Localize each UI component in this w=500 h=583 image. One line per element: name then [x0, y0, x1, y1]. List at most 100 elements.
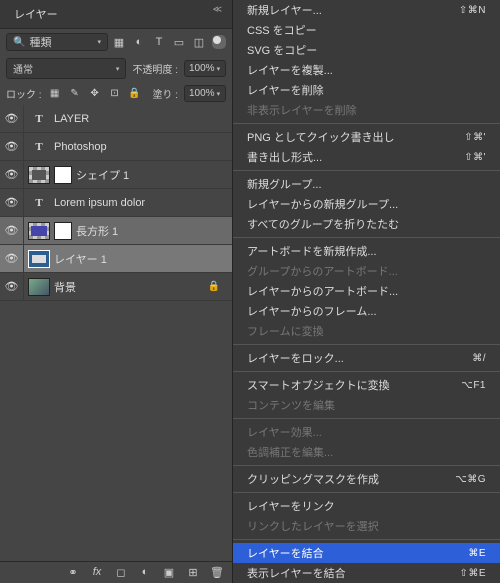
menu-separator — [233, 123, 500, 124]
lock-brush-icon[interactable]: ✎ — [68, 87, 82, 101]
menu-item[interactable]: レイヤーを削除 — [233, 80, 500, 100]
menu-item[interactable]: クリッピングマスクを作成⌥⌘G — [233, 469, 500, 489]
menu-item: レイヤー効果... — [233, 422, 500, 442]
menu-item[interactable]: 表示レイヤーを結合⇧⌘E — [233, 563, 500, 583]
menu-item-shortcut: ⌥⌘G — [455, 474, 486, 485]
visibility-toggle[interactable]: 👁 — [0, 161, 24, 188]
layer-row[interactable]: 👁 レイヤー 1 — [0, 245, 232, 273]
menu-item[interactable]: レイヤーからの新規グループ... — [233, 194, 500, 214]
filter-type-icon[interactable]: T — [152, 35, 166, 49]
layer-row[interactable]: 👁 長方形 1 — [0, 217, 232, 245]
layer-thumbnail[interactable]: T — [28, 194, 50, 212]
panel-header: レイヤー ≪ — [0, 0, 232, 29]
trash-icon[interactable]: 🗑 — [210, 566, 224, 579]
filter-type-select[interactable]: 🔍 ▾ — [6, 33, 108, 51]
visibility-toggle[interactable]: 👁 — [0, 133, 24, 160]
menu-item[interactable]: SVG をコピー — [233, 40, 500, 60]
menu-item[interactable]: レイヤーをリンク — [233, 496, 500, 516]
layer-thumbnail[interactable] — [28, 250, 50, 268]
menu-separator — [233, 492, 500, 493]
menu-item-label: レイヤーをリンク — [247, 498, 335, 514]
menu-item[interactable]: 新規レイヤー...⇧⌘N — [233, 0, 500, 20]
visibility-toggle[interactable]: 👁 — [0, 245, 24, 272]
menu-item[interactable]: アートボードを新規作成... — [233, 241, 500, 261]
layer-content: レイヤー 1 — [24, 245, 232, 272]
layer-context-menu: 新規レイヤー...⇧⌘NCSS をコピーSVG をコピーレイヤーを複製...レイ… — [232, 0, 500, 583]
lock-all-icon[interactable]: 🔒 — [128, 87, 142, 101]
layer-thumbnail[interactable] — [28, 222, 50, 240]
search-icon: 🔍 — [13, 37, 25, 48]
filter-toggle[interactable] — [212, 35, 226, 49]
layer-name[interactable]: LAYER — [54, 113, 89, 125]
menu-item[interactable]: レイヤーからのアートボード... — [233, 281, 500, 301]
layer-name[interactable]: シェイプ 1 — [76, 167, 129, 183]
lock-position-icon[interactable]: ✥ — [88, 87, 102, 101]
fx-icon[interactable]: fx — [90, 566, 104, 579]
filter-smart-icon[interactable]: ◫ — [192, 35, 206, 49]
menu-separator — [233, 539, 500, 540]
layer-row[interactable]: 👁T Photoshop — [0, 133, 232, 161]
menu-item[interactable]: すべてのグループを折りたたむ — [233, 214, 500, 234]
layer-row[interactable]: 👁 背景 🔒 — [0, 273, 232, 301]
chevron-down-icon: ▾ — [97, 38, 101, 46]
menu-item[interactable]: CSS をコピー — [233, 20, 500, 40]
menu-item[interactable]: レイヤーを結合⌘E — [233, 543, 500, 563]
lock-artboard-icon[interactable]: ⊡ — [108, 87, 122, 101]
filter-pixel-icon[interactable]: ▦ — [112, 35, 126, 49]
menu-item-label: スマートオブジェクトに変換 — [247, 377, 390, 393]
layer-thumbnail[interactable]: T — [28, 110, 50, 128]
layer-list: 👁TLAYER👁TPhotoshop👁シェイプ 1👁TLorem ipsum d… — [0, 105, 232, 561]
visibility-toggle[interactable]: 👁 — [0, 273, 24, 300]
menu-item[interactable]: 書き出し形式...⇧⌘' — [233, 147, 500, 167]
layer-name[interactable]: 背景 — [54, 279, 76, 295]
menu-item-shortcut: ⇧⌘N — [459, 5, 486, 16]
visibility-toggle[interactable]: 👁 — [0, 105, 24, 132]
layer-name[interactable]: Photoshop — [54, 141, 107, 153]
opacity-input[interactable]: 100%▾ — [184, 60, 226, 77]
new-layer-icon[interactable]: ⊞ — [186, 566, 200, 579]
layer-row[interactable]: 👁 シェイプ 1 — [0, 161, 232, 189]
filter-input[interactable] — [29, 36, 79, 48]
menu-item[interactable]: レイヤーからのフレーム... — [233, 301, 500, 321]
layer-name[interactable]: Lorem ipsum dolor — [54, 197, 145, 209]
panel-title[interactable]: レイヤー — [10, 4, 62, 24]
adjustment-icon[interactable]: ◐ — [138, 566, 152, 579]
chevron-down-icon: ▾ — [217, 90, 221, 98]
menu-item-label: SVG をコピー — [247, 42, 317, 58]
collapse-icon[interactable]: ≪ — [213, 4, 222, 24]
fill-input[interactable]: 100%▾ — [184, 85, 226, 102]
link-icon[interactable]: ⚭ — [66, 566, 80, 579]
menu-item[interactable]: レイヤーをロック...⌘/ — [233, 348, 500, 368]
filter-row: 🔍 ▾ ▦ ◐ T ▭ ◫ — [0, 29, 232, 55]
chevron-down-icon: ▾ — [217, 65, 221, 73]
menu-item-shortcut: ⌥F1 — [461, 380, 486, 391]
lock-icon[interactable]: 🔒 — [208, 281, 228, 292]
layer-thumbnail[interactable] — [28, 278, 50, 296]
group-icon[interactable]: ▣ — [162, 566, 176, 579]
layer-mask-thumbnail[interactable] — [54, 166, 72, 184]
blend-mode-value: 通常 — [13, 61, 33, 76]
visibility-toggle[interactable]: 👁 — [0, 189, 24, 216]
menu-separator — [233, 170, 500, 171]
menu-item[interactable]: レイヤーを複製... — [233, 60, 500, 80]
layer-name[interactable]: レイヤー 1 — [54, 251, 107, 267]
layer-row[interactable]: 👁T Lorem ipsum dolor — [0, 189, 232, 217]
blend-mode-select[interactable]: 通常 ▾ — [6, 58, 126, 79]
menu-item[interactable]: PNG としてクイック書き出し⇧⌘' — [233, 127, 500, 147]
mask-icon[interactable]: ◻ — [114, 566, 128, 579]
menu-item-label: 色調補正を編集... — [247, 444, 333, 460]
menu-item: コンテンツを編集 — [233, 395, 500, 415]
filter-shape-icon[interactable]: ▭ — [172, 35, 186, 49]
layer-name[interactable]: 長方形 1 — [76, 223, 118, 239]
filter-adjust-icon[interactable]: ◐ — [132, 35, 146, 49]
lock-transparent-icon[interactable]: ▦ — [48, 87, 62, 101]
menu-item[interactable]: スマートオブジェクトに変換 ⌥F1 — [233, 375, 500, 395]
layer-thumbnail[interactable]: T — [28, 138, 50, 156]
layer-thumbnail[interactable] — [28, 166, 50, 184]
layer-mask-thumbnail[interactable] — [54, 222, 72, 240]
visibility-toggle[interactable]: 👁 — [0, 217, 24, 244]
menu-item-label: レイヤーからのアートボード... — [247, 283, 398, 299]
menu-separator — [233, 465, 500, 466]
layer-row[interactable]: 👁T LAYER — [0, 105, 232, 133]
menu-item[interactable]: 新規グループ... — [233, 174, 500, 194]
